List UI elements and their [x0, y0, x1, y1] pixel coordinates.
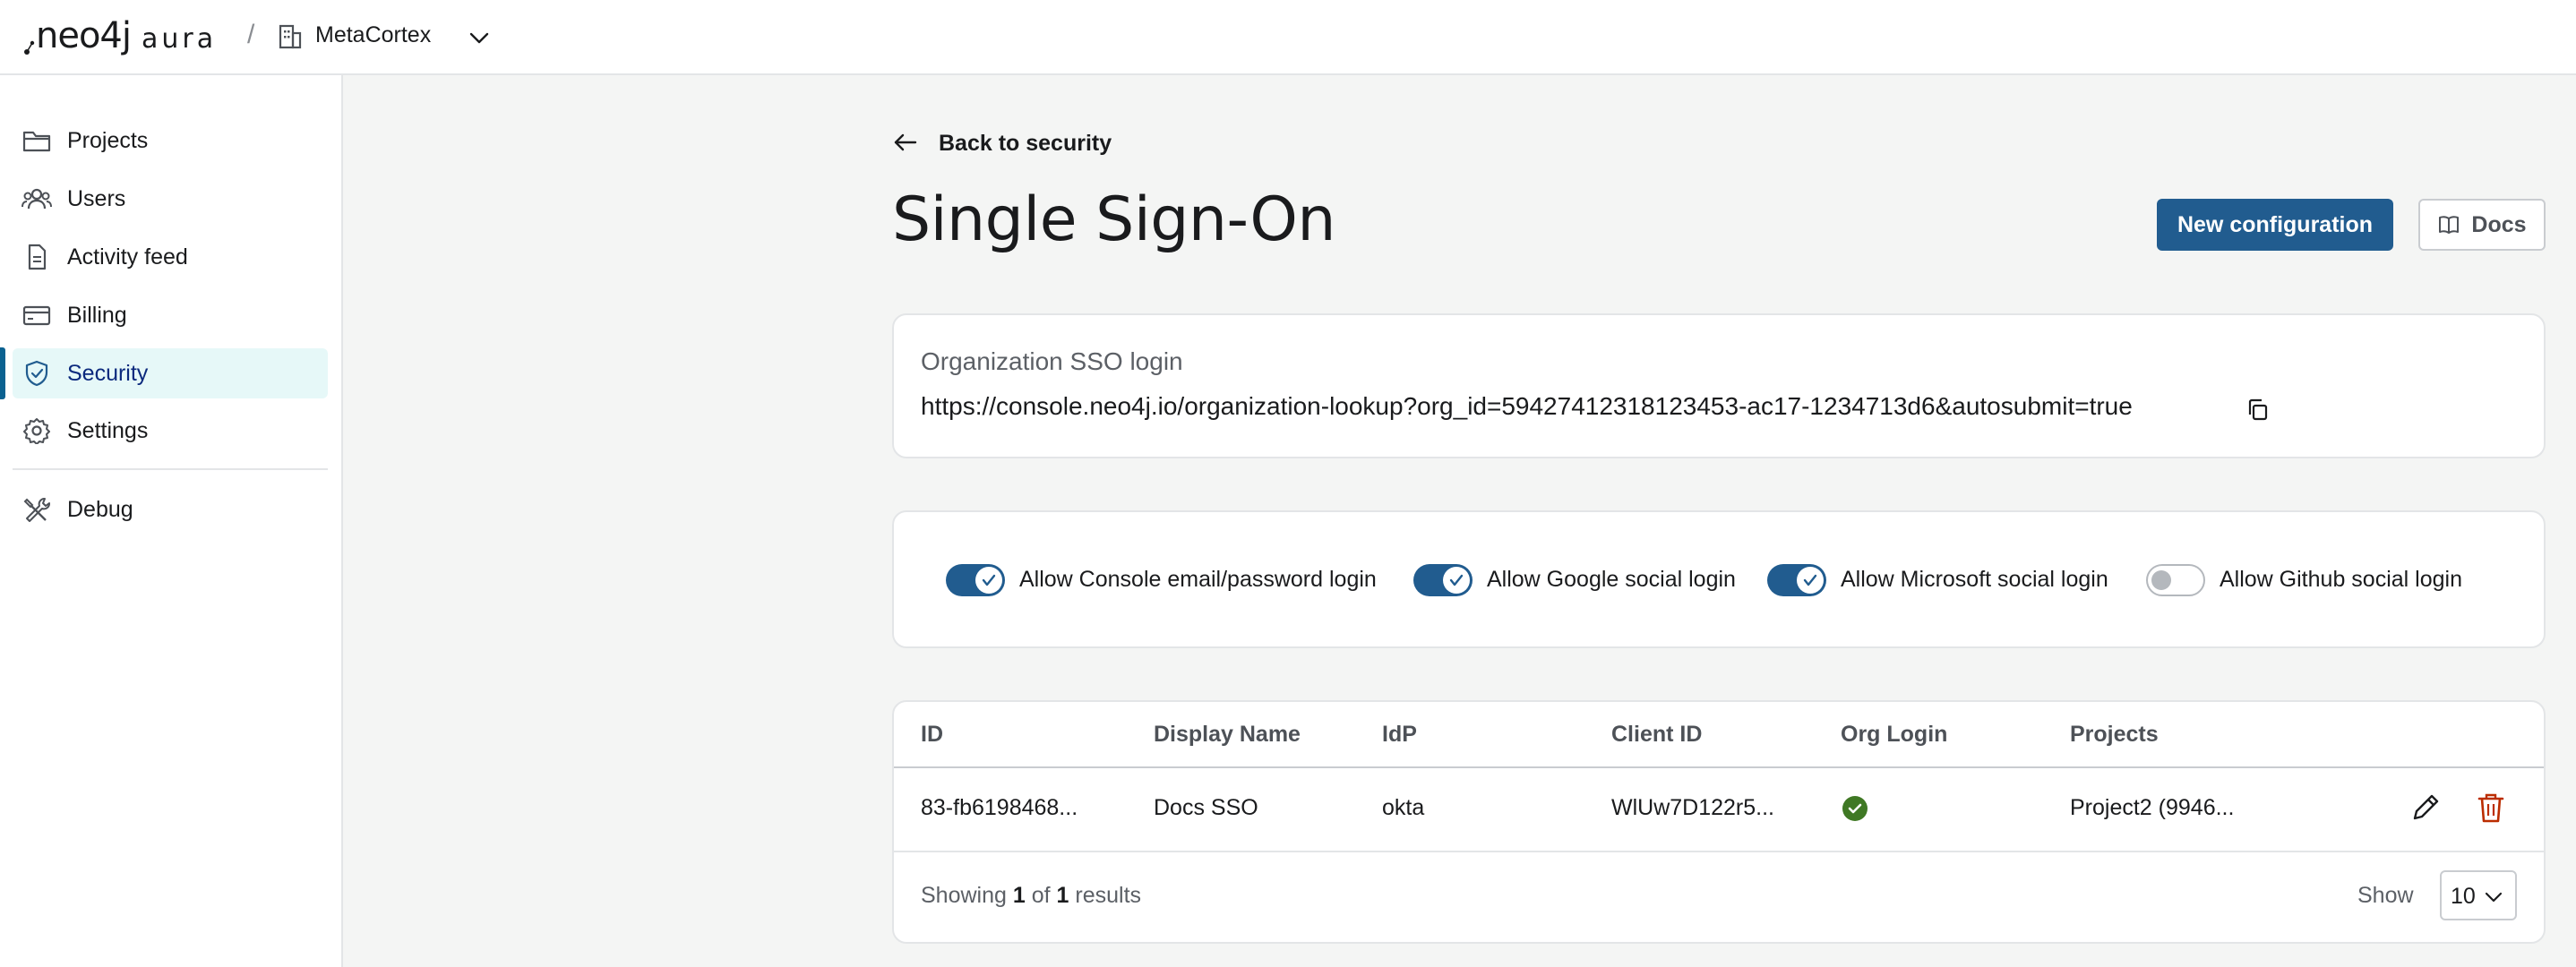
results-total: 1: [1056, 883, 1069, 908]
sidebar-item-label: Debug: [67, 497, 133, 522]
column-header-projects[interactable]: Projects: [2070, 722, 2159, 748]
sso-configurations-table: ID Display Name IdP Client ID Org Login …: [892, 700, 2546, 944]
cell-idp: okta: [1382, 795, 1425, 820]
sidebar: Projects Users Activity feed Billing Sec…: [0, 75, 343, 967]
sidebar-item-label: Activity feed: [67, 244, 188, 270]
tools-icon: [23, 498, 50, 522]
checkmark-icon: [1803, 574, 1817, 586]
results-of: of: [1031, 883, 1051, 908]
column-header-idp[interactable]: IdP: [1382, 722, 1417, 748]
column-header-client-id[interactable]: Client ID: [1611, 722, 1702, 748]
sidebar-item-projects[interactable]: Projects: [13, 116, 328, 166]
cell-id: 83-fb6198468...: [921, 795, 1078, 820]
org-name[interactable]: MetaCortex: [315, 22, 431, 48]
chevron-down-icon: [2485, 892, 2503, 903]
toggle-knob: [975, 567, 1002, 594]
chevron-down-icon[interactable]: [466, 25, 493, 52]
sidebar-item-label: Settings: [67, 418, 149, 443]
logo-graph-icon: [24, 40, 35, 55]
toggle-label: Allow Google social login: [1487, 567, 1736, 592]
active-indicator: [0, 347, 5, 399]
page-size-value: 10: [2451, 884, 2476, 909]
sso-url: https://console.neo4j.io/organization-lo…: [921, 392, 2133, 420]
book-open-icon: [2439, 216, 2460, 234]
pencil-icon[interactable]: [2409, 792, 2442, 824]
toggle-label: Allow Microsoft social login: [1841, 567, 2108, 592]
gear-icon: [23, 418, 50, 444]
back-to-security-link[interactable]: Back to security: [892, 129, 1112, 156]
sidebar-item-label: Security: [67, 361, 149, 386]
sidebar-item-activity-feed[interactable]: Activity feed: [13, 232, 328, 282]
logo-product: aura: [142, 23, 218, 55]
document-icon: [28, 244, 47, 270]
docs-button[interactable]: Docs: [2418, 199, 2546, 251]
folder-icon: [22, 131, 51, 152]
trash-icon[interactable]: [2476, 792, 2506, 824]
logo-wordmark: neo4j: [36, 15, 132, 56]
breadcrumb-separator: /: [247, 20, 255, 49]
cell-client-id: WlUw7D122r5...: [1611, 795, 1774, 820]
sidebar-item-billing[interactable]: Billing: [13, 290, 328, 340]
column-header-org-login[interactable]: Org Login: [1841, 722, 1947, 748]
page-size-label: Show: [2357, 883, 2414, 908]
sidebar-divider: [13, 468, 328, 470]
neo4j-aura-logo[interactable]: neo4j aura: [24, 14, 218, 57]
checkmark-icon: [1449, 574, 1464, 586]
sso-label: Organization SSO login: [921, 347, 1183, 375]
docs-label: Docs: [2471, 211, 2527, 237]
check-circle-icon: [1842, 796, 1868, 821]
arrow-left-icon: [894, 133, 917, 151]
cell-projects: Project2 (9946...: [2070, 795, 2235, 820]
toggle-knob: [1443, 567, 1470, 594]
toggle-label: Allow Github social login: [2220, 567, 2462, 592]
toggle-knob: [2151, 570, 2171, 590]
page-title: Single Sign-On: [892, 184, 1336, 255]
top-bar: neo4j aura / MetaCortex: [0, 0, 2576, 75]
row-divider: [894, 851, 2544, 852]
toggle-switch[interactable]: [1767, 564, 1826, 596]
column-header-id[interactable]: ID: [921, 722, 943, 748]
results-prefix: Showing: [921, 883, 1007, 908]
toggle-switch[interactable]: [946, 564, 1005, 596]
results-summary: Showing 1 of 1 results: [921, 883, 1141, 909]
building-icon: [279, 24, 302, 49]
results-from: 1: [1012, 883, 1026, 908]
credit-card-icon: [22, 305, 51, 326]
sidebar-item-security[interactable]: Security: [13, 348, 328, 398]
org-sso-login-card: Organization SSO login https://console.n…: [892, 313, 2546, 458]
cell-display-name: Docs SSO: [1154, 795, 1258, 820]
sidebar-item-debug[interactable]: Debug: [13, 484, 328, 535]
sidebar-item-label: Projects: [67, 128, 149, 153]
sidebar-item-settings[interactable]: Settings: [13, 406, 328, 456]
column-header-display-name[interactable]: Display Name: [1154, 722, 1301, 748]
page-size-select[interactable]: 10: [2440, 870, 2517, 920]
toggle-switch[interactable]: [2146, 564, 2205, 596]
copy-icon[interactable]: [2246, 398, 2270, 423]
back-label: Back to security: [939, 131, 1112, 156]
new-configuration-button[interactable]: New configuration: [2157, 199, 2393, 251]
header-divider: [894, 766, 2544, 768]
checkmark-icon: [982, 574, 996, 586]
sidebar-item-users[interactable]: Users: [13, 174, 328, 224]
users-icon: [21, 188, 52, 210]
toggle-switch[interactable]: [1413, 564, 1473, 596]
toggle-label: Allow Console email/password login: [1019, 567, 1377, 592]
toggle-knob: [1797, 567, 1824, 594]
sidebar-item-label: Users: [67, 186, 126, 211]
results-suffix: results: [1075, 883, 1142, 908]
shield-check-icon: [25, 360, 48, 387]
login-options-card: Allow Console email/password login Allow…: [892, 510, 2546, 648]
sidebar-item-label: Billing: [67, 303, 127, 328]
